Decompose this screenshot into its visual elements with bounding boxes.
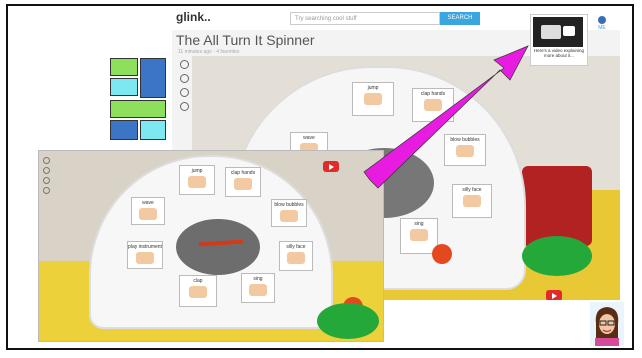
link-icon[interactable]: [43, 167, 50, 174]
block-cyan-2: [140, 120, 166, 140]
inset-card-blow-bubbles: blow bubbles: [271, 199, 307, 227]
share-icon[interactable]: [180, 60, 189, 69]
inset-card-sing: sing: [241, 273, 275, 303]
page-meta: 11 minutes ago · 4 favorites: [178, 49, 240, 55]
comment-icon[interactable]: [180, 88, 189, 97]
account-button[interactable]: ME: [590, 16, 614, 31]
inset-green-switch: [317, 303, 379, 339]
user-icon[interactable]: [43, 187, 50, 194]
inset-card-silly-face: silly face: [279, 241, 313, 271]
search-input[interactable]: Try searching cool stuff: [290, 12, 440, 25]
block-green-2: [110, 100, 166, 118]
link-icon[interactable]: [180, 74, 189, 83]
block-blue-1: [140, 58, 166, 98]
comment-icon[interactable]: [43, 177, 50, 184]
thumbnail-image: [541, 25, 561, 39]
popup-thumbnail[interactable]: [533, 17, 583, 47]
inset-youtube-play-icon[interactable]: [323, 161, 339, 172]
user-icon: [598, 16, 606, 24]
inset-card-play-instrument: play instrument: [127, 241, 163, 269]
page-title: The All Turn It Spinner: [176, 32, 315, 48]
share-icon[interactable]: [43, 157, 50, 164]
layout-blocks-graphic: [110, 58, 166, 140]
site-brand[interactable]: glink..: [176, 10, 211, 24]
block-cyan-1: [110, 78, 138, 96]
inset-card-wave: wave: [131, 197, 165, 225]
inset-video[interactable]: jump clap hands wave blow bubbles silly …: [38, 150, 384, 342]
popup-caption: Here's a video explaining more about it.…: [533, 48, 585, 58]
search-button[interactable]: SEARCH: [440, 12, 480, 25]
youtube-play-icon[interactable]: [546, 290, 562, 300]
avatar-icon: [590, 302, 624, 346]
inset-card-clap: clap: [179, 275, 217, 307]
account-label: ME: [598, 25, 606, 31]
inset-card-jump: jump: [179, 165, 215, 195]
inset-spinner-center: [176, 219, 260, 275]
red-knob: [432, 244, 452, 264]
play-icon[interactable]: [563, 26, 575, 36]
user-icon[interactable]: [180, 102, 189, 111]
inset-card-clap-hands: clap hands: [225, 167, 261, 197]
block-green-1: [110, 58, 138, 76]
block-blue-2: [110, 120, 138, 140]
pointer-arrow: [363, 45, 529, 189]
inset-side-toolbar: [43, 157, 50, 197]
side-toolbar: [180, 60, 190, 116]
green-switch: [522, 236, 592, 276]
